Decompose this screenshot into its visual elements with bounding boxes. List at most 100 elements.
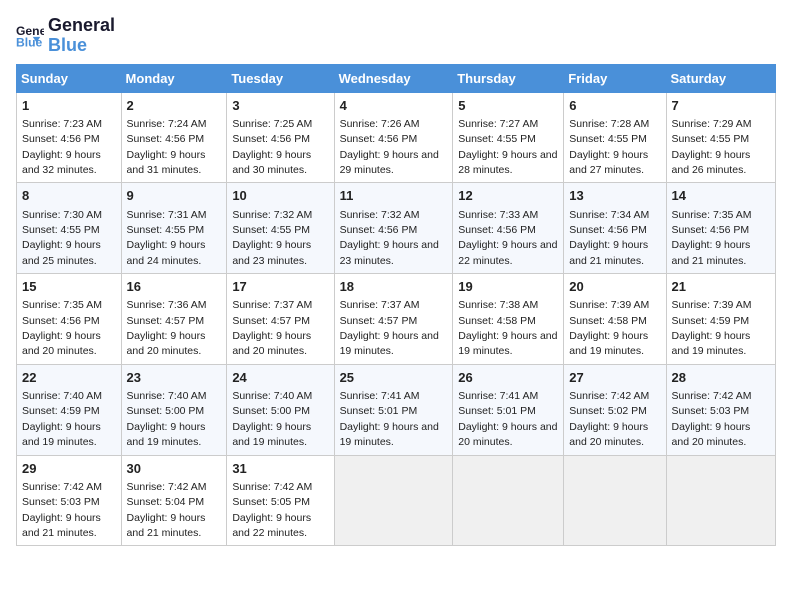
day-number: 13 xyxy=(569,187,660,205)
calendar-cell: 15 Sunrise: 7:35 AMSunset: 4:56 PMDaylig… xyxy=(17,274,122,365)
calendar-cell: 6 Sunrise: 7:28 AMSunset: 4:55 PMDayligh… xyxy=(564,92,666,183)
calendar-cell: 21 Sunrise: 7:39 AMSunset: 4:59 PMDaylig… xyxy=(666,274,775,365)
day-number: 5 xyxy=(458,97,558,115)
day-number: 21 xyxy=(672,278,770,296)
day-number: 10 xyxy=(232,187,328,205)
weekday-header-row: SundayMondayTuesdayWednesdayThursdayFrid… xyxy=(17,64,776,92)
calendar-cell: 31 Sunrise: 7:42 AMSunset: 5:05 PMDaylig… xyxy=(227,455,334,546)
day-info: Sunrise: 7:27 AMSunset: 4:55 PMDaylight:… xyxy=(458,118,557,176)
calendar-cell xyxy=(334,455,453,546)
day-info: Sunrise: 7:39 AMSunset: 4:58 PMDaylight:… xyxy=(569,299,649,357)
day-info: Sunrise: 7:29 AMSunset: 4:55 PMDaylight:… xyxy=(672,118,752,176)
day-info: Sunrise: 7:37 AMSunset: 4:57 PMDaylight:… xyxy=(232,299,312,357)
calendar-cell: 10 Sunrise: 7:32 AMSunset: 4:55 PMDaylig… xyxy=(227,183,334,274)
day-info: Sunrise: 7:23 AMSunset: 4:56 PMDaylight:… xyxy=(22,118,102,176)
svg-text:Blue: Blue xyxy=(16,35,43,49)
day-number: 18 xyxy=(340,278,448,296)
day-number: 20 xyxy=(569,278,660,296)
day-info: Sunrise: 7:38 AMSunset: 4:58 PMDaylight:… xyxy=(458,299,557,357)
weekday-header-wednesday: Wednesday xyxy=(334,64,453,92)
calendar-cell xyxy=(564,455,666,546)
day-info: Sunrise: 7:36 AMSunset: 4:57 PMDaylight:… xyxy=(127,299,207,357)
calendar-cell xyxy=(666,455,775,546)
day-info: Sunrise: 7:40 AMSunset: 5:00 PMDaylight:… xyxy=(232,390,312,448)
day-info: Sunrise: 7:40 AMSunset: 4:59 PMDaylight:… xyxy=(22,390,102,448)
calendar-cell: 30 Sunrise: 7:42 AMSunset: 5:04 PMDaylig… xyxy=(121,455,227,546)
calendar-header: SundayMondayTuesdayWednesdayThursdayFrid… xyxy=(17,64,776,92)
calendar-week-2: 8 Sunrise: 7:30 AMSunset: 4:55 PMDayligh… xyxy=(17,183,776,274)
logo-icon: General Blue xyxy=(16,22,44,50)
weekday-header-saturday: Saturday xyxy=(666,64,775,92)
day-number: 11 xyxy=(340,187,448,205)
calendar-cell: 1 Sunrise: 7:23 AMSunset: 4:56 PMDayligh… xyxy=(17,92,122,183)
calendar-cell xyxy=(453,455,564,546)
day-number: 30 xyxy=(127,460,222,478)
day-info: Sunrise: 7:42 AMSunset: 5:05 PMDaylight:… xyxy=(232,481,312,539)
calendar-cell: 16 Sunrise: 7:36 AMSunset: 4:57 PMDaylig… xyxy=(121,274,227,365)
day-info: Sunrise: 7:30 AMSunset: 4:55 PMDaylight:… xyxy=(22,209,102,267)
day-number: 14 xyxy=(672,187,770,205)
day-info: Sunrise: 7:28 AMSunset: 4:55 PMDaylight:… xyxy=(569,118,649,176)
calendar-cell: 28 Sunrise: 7:42 AMSunset: 5:03 PMDaylig… xyxy=(666,364,775,455)
day-number: 29 xyxy=(22,460,116,478)
calendar-cell: 25 Sunrise: 7:41 AMSunset: 5:01 PMDaylig… xyxy=(334,364,453,455)
day-number: 1 xyxy=(22,97,116,115)
day-info: Sunrise: 7:35 AMSunset: 4:56 PMDaylight:… xyxy=(672,209,752,267)
calendar-cell: 24 Sunrise: 7:40 AMSunset: 5:00 PMDaylig… xyxy=(227,364,334,455)
calendar-week-4: 22 Sunrise: 7:40 AMSunset: 4:59 PMDaylig… xyxy=(17,364,776,455)
day-info: Sunrise: 7:34 AMSunset: 4:56 PMDaylight:… xyxy=(569,209,649,267)
day-number: 27 xyxy=(569,369,660,387)
day-info: Sunrise: 7:42 AMSunset: 5:03 PMDaylight:… xyxy=(672,390,752,448)
weekday-header-friday: Friday xyxy=(564,64,666,92)
day-info: Sunrise: 7:42 AMSunset: 5:03 PMDaylight:… xyxy=(22,481,102,539)
calendar-week-3: 15 Sunrise: 7:35 AMSunset: 4:56 PMDaylig… xyxy=(17,274,776,365)
day-info: Sunrise: 7:39 AMSunset: 4:59 PMDaylight:… xyxy=(672,299,752,357)
weekday-header-tuesday: Tuesday xyxy=(227,64,334,92)
calendar-cell: 8 Sunrise: 7:30 AMSunset: 4:55 PMDayligh… xyxy=(17,183,122,274)
day-info: Sunrise: 7:37 AMSunset: 4:57 PMDaylight:… xyxy=(340,299,439,357)
weekday-header-monday: Monday xyxy=(121,64,227,92)
calendar-cell: 23 Sunrise: 7:40 AMSunset: 5:00 PMDaylig… xyxy=(121,364,227,455)
day-number: 22 xyxy=(22,369,116,387)
calendar-cell: 18 Sunrise: 7:37 AMSunset: 4:57 PMDaylig… xyxy=(334,274,453,365)
logo: General Blue General Blue xyxy=(16,16,115,56)
day-number: 26 xyxy=(458,369,558,387)
day-info: Sunrise: 7:41 AMSunset: 5:01 PMDaylight:… xyxy=(458,390,557,448)
day-number: 28 xyxy=(672,369,770,387)
day-number: 6 xyxy=(569,97,660,115)
day-number: 16 xyxy=(127,278,222,296)
calendar-cell: 19 Sunrise: 7:38 AMSunset: 4:58 PMDaylig… xyxy=(453,274,564,365)
calendar-cell: 9 Sunrise: 7:31 AMSunset: 4:55 PMDayligh… xyxy=(121,183,227,274)
day-number: 15 xyxy=(22,278,116,296)
calendar-cell: 17 Sunrise: 7:37 AMSunset: 4:57 PMDaylig… xyxy=(227,274,334,365)
calendar-cell: 20 Sunrise: 7:39 AMSunset: 4:58 PMDaylig… xyxy=(564,274,666,365)
day-info: Sunrise: 7:41 AMSunset: 5:01 PMDaylight:… xyxy=(340,390,439,448)
day-info: Sunrise: 7:26 AMSunset: 4:56 PMDaylight:… xyxy=(340,118,439,176)
day-info: Sunrise: 7:40 AMSunset: 5:00 PMDaylight:… xyxy=(127,390,207,448)
day-info: Sunrise: 7:31 AMSunset: 4:55 PMDaylight:… xyxy=(127,209,207,267)
day-number: 8 xyxy=(22,187,116,205)
weekday-header-thursday: Thursday xyxy=(453,64,564,92)
calendar-cell: 14 Sunrise: 7:35 AMSunset: 4:56 PMDaylig… xyxy=(666,183,775,274)
calendar-table: SundayMondayTuesdayWednesdayThursdayFrid… xyxy=(16,64,776,547)
calendar-cell: 2 Sunrise: 7:24 AMSunset: 4:56 PMDayligh… xyxy=(121,92,227,183)
day-number: 25 xyxy=(340,369,448,387)
calendar-cell: 27 Sunrise: 7:42 AMSunset: 5:02 PMDaylig… xyxy=(564,364,666,455)
day-number: 2 xyxy=(127,97,222,115)
day-number: 4 xyxy=(340,97,448,115)
calendar-cell: 22 Sunrise: 7:40 AMSunset: 4:59 PMDaylig… xyxy=(17,364,122,455)
calendar-cell: 26 Sunrise: 7:41 AMSunset: 5:01 PMDaylig… xyxy=(453,364,564,455)
calendar-body: 1 Sunrise: 7:23 AMSunset: 4:56 PMDayligh… xyxy=(17,92,776,546)
day-info: Sunrise: 7:32 AMSunset: 4:55 PMDaylight:… xyxy=(232,209,312,267)
day-info: Sunrise: 7:42 AMSunset: 5:04 PMDaylight:… xyxy=(127,481,207,539)
page-header: General Blue General Blue xyxy=(16,16,776,56)
day-number: 17 xyxy=(232,278,328,296)
day-info: Sunrise: 7:33 AMSunset: 4:56 PMDaylight:… xyxy=(458,209,557,267)
day-number: 23 xyxy=(127,369,222,387)
day-number: 9 xyxy=(127,187,222,205)
calendar-cell: 3 Sunrise: 7:25 AMSunset: 4:56 PMDayligh… xyxy=(227,92,334,183)
day-info: Sunrise: 7:25 AMSunset: 4:56 PMDaylight:… xyxy=(232,118,312,176)
calendar-week-5: 29 Sunrise: 7:42 AMSunset: 5:03 PMDaylig… xyxy=(17,455,776,546)
calendar-cell: 7 Sunrise: 7:29 AMSunset: 4:55 PMDayligh… xyxy=(666,92,775,183)
calendar-cell: 11 Sunrise: 7:32 AMSunset: 4:56 PMDaylig… xyxy=(334,183,453,274)
